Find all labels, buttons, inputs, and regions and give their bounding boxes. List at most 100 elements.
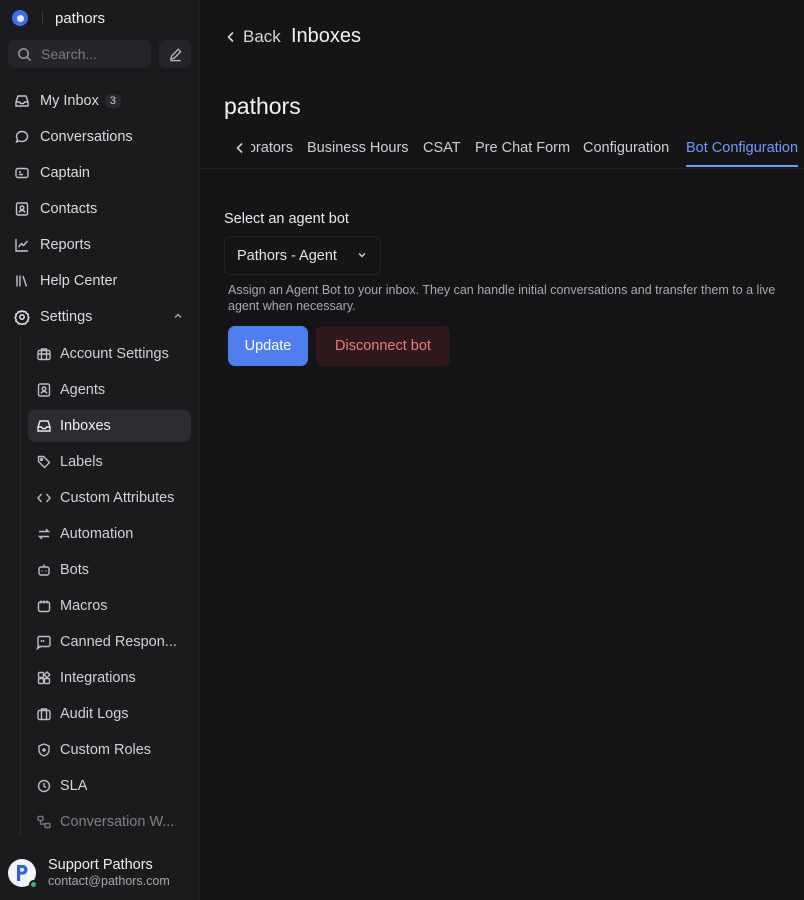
tabs-scroll-left-button[interactable] bbox=[234, 141, 246, 160]
nav-label: Conversations bbox=[40, 129, 133, 145]
sidebar-item-label: Integrations bbox=[60, 670, 136, 686]
sidebar-item-label: Inboxes bbox=[60, 418, 111, 434]
nav-label: Contacts bbox=[40, 201, 98, 217]
nav-label: Captain bbox=[40, 165, 90, 181]
sidebar-item-integrations[interactable]: Integrations bbox=[28, 662, 191, 694]
search-icon bbox=[18, 47, 32, 61]
sidebar-item-canned-respon[interactable]: Canned Respon... bbox=[28, 626, 191, 658]
agent-bot-label: Select an agent bot bbox=[224, 211, 349, 227]
settings-tabs: ‎Collaborators Business Hours CSAT Pre C… bbox=[201, 132, 804, 169]
library-icon bbox=[14, 273, 30, 289]
sidebar-item-label: Automation bbox=[60, 526, 134, 542]
chevron-up-icon[interactable] bbox=[172, 310, 184, 326]
back-button[interactable]: Back bbox=[225, 27, 281, 47]
automation-icon bbox=[36, 526, 52, 542]
sidebar-item-custom-roles[interactable]: Custom Roles bbox=[28, 734, 191, 766]
captain-icon bbox=[14, 165, 30, 181]
chevron-left-icon bbox=[236, 142, 243, 154]
tab-pre-chat-form[interactable]: Pre Chat Form bbox=[475, 140, 570, 156]
sidebar-item-audit-logs[interactable]: Audit Logs bbox=[28, 698, 191, 730]
sidebar-item-conversation-w[interactable]: Conversation W... bbox=[28, 806, 191, 838]
avatar bbox=[8, 859, 38, 889]
nav-my-inbox[interactable]: My Inbox 3 bbox=[8, 85, 192, 117]
compose-button[interactable] bbox=[159, 40, 191, 68]
canned-response-icon bbox=[36, 634, 52, 650]
sidebar-item-agents[interactable]: Agents bbox=[28, 374, 191, 406]
tab-configuration[interactable]: Configuration bbox=[583, 140, 669, 156]
inbox-icon bbox=[36, 418, 52, 434]
unread-count-badge: 3 bbox=[104, 94, 121, 108]
sidebar-item-label: Labels bbox=[60, 454, 103, 470]
agent-bot-help-text: Assign an Agent Bot to your inbox. They … bbox=[228, 283, 776, 313]
nav-settings[interactable]: Settings bbox=[8, 301, 192, 333]
chevron-down-icon bbox=[356, 249, 368, 265]
sidebar: pathors Search... My Inbox 3 Conversatio… bbox=[0, 0, 200, 900]
nav-label: My Inbox bbox=[40, 93, 99, 109]
selected-bot-value: Pathors - Agent bbox=[237, 247, 337, 264]
nav-reports[interactable]: Reports bbox=[8, 229, 192, 261]
user-email: contact@pathors.com bbox=[48, 874, 170, 888]
nav-help-center[interactable]: Help Center bbox=[8, 265, 192, 297]
active-tab-indicator bbox=[686, 165, 798, 167]
sidebar-item-account-settings[interactable]: Account Settings bbox=[28, 338, 191, 370]
nav-contacts[interactable]: Contacts bbox=[8, 193, 192, 225]
sidebar-item-label: Macros bbox=[60, 598, 108, 614]
macro-icon bbox=[36, 598, 52, 614]
nav-captain[interactable]: Captain bbox=[8, 157, 192, 189]
nav-label: Settings bbox=[40, 309, 93, 325]
pencil-icon bbox=[169, 47, 182, 61]
chatwoot-logo-icon bbox=[12, 10, 28, 26]
page-title: Inboxes bbox=[291, 25, 362, 47]
back-label: Back bbox=[243, 27, 281, 46]
disconnect-bot-button[interactable]: Disconnect bot bbox=[316, 326, 450, 366]
sidebar-item-custom-attributes[interactable]: Custom Attributes bbox=[28, 482, 191, 514]
workflow-icon bbox=[36, 814, 52, 830]
sidebar-item-label: Custom Attributes bbox=[60, 490, 175, 506]
tab-bot-configuration[interactable]: Bot Configuration bbox=[686, 140, 798, 156]
nav-label: Reports bbox=[40, 237, 91, 253]
sidebar-item-macros[interactable]: Macros bbox=[28, 590, 191, 622]
sidebar-item-label: Conversation W... bbox=[60, 814, 175, 830]
online-status-dot bbox=[29, 880, 38, 889]
brand[interactable]: pathors bbox=[12, 8, 105, 28]
agent-bot-select[interactable]: Pathors - Agent bbox=[224, 236, 381, 275]
nav-label: Help Center bbox=[40, 273, 118, 289]
tag-icon bbox=[36, 454, 52, 470]
tab-csat[interactable]: CSAT bbox=[423, 140, 461, 156]
tab-business-hours[interactable]: Business Hours bbox=[307, 140, 409, 156]
inbox-icon bbox=[14, 93, 30, 109]
code-icon bbox=[36, 490, 52, 506]
user-name: Support Pathors bbox=[48, 857, 153, 873]
gear-icon bbox=[14, 309, 30, 325]
sidebar-item-label: SLA bbox=[60, 778, 88, 794]
sidebar-item-label: Agents bbox=[60, 382, 106, 398]
clock-icon bbox=[36, 778, 52, 794]
user-info: Support Pathors contact@pathors.com bbox=[48, 857, 170, 889]
search-placeholder: Search... bbox=[41, 46, 98, 62]
integrations-icon bbox=[36, 670, 52, 686]
user-profile[interactable]: Support Pathors contact@pathors.com bbox=[8, 856, 192, 890]
inbox-name: pathors bbox=[224, 93, 301, 119]
sidebar-item-bots[interactable]: Bots bbox=[28, 554, 191, 586]
sidebar-item-label: Canned Respon... bbox=[60, 634, 177, 650]
account-name: pathors bbox=[55, 9, 106, 27]
search-input[interactable]: Search... bbox=[8, 40, 151, 68]
sidebar-item-sla[interactable]: SLA bbox=[28, 770, 191, 802]
sidebar-item-label: Audit Logs bbox=[60, 706, 129, 722]
sidebar-item-labels[interactable]: Labels bbox=[28, 446, 191, 478]
update-button[interactable]: Update bbox=[228, 326, 308, 366]
pathors-logo-icon bbox=[17, 865, 28, 881]
nav-conversations[interactable]: Conversations bbox=[8, 121, 192, 153]
main-content: Back Inboxes pathors ‎Collaborators Busi… bbox=[201, 0, 804, 900]
tab-collaborators[interactable]: ‎Collaborators bbox=[251, 140, 293, 156]
sidebar-item-automation[interactable]: Automation bbox=[28, 518, 191, 550]
sidebar-item-label: Bots bbox=[60, 562, 90, 578]
settings-submenu-rail bbox=[20, 338, 21, 836]
chart-line-icon bbox=[14, 237, 30, 253]
sidebar-item-inboxes[interactable]: Inboxes bbox=[28, 410, 191, 442]
sidebar-item-label: Custom Roles bbox=[60, 742, 152, 758]
contacts-icon bbox=[14, 201, 30, 217]
chevron-left-icon bbox=[227, 31, 234, 43]
brand-divider bbox=[42, 11, 43, 25]
agent-icon bbox=[36, 382, 52, 398]
